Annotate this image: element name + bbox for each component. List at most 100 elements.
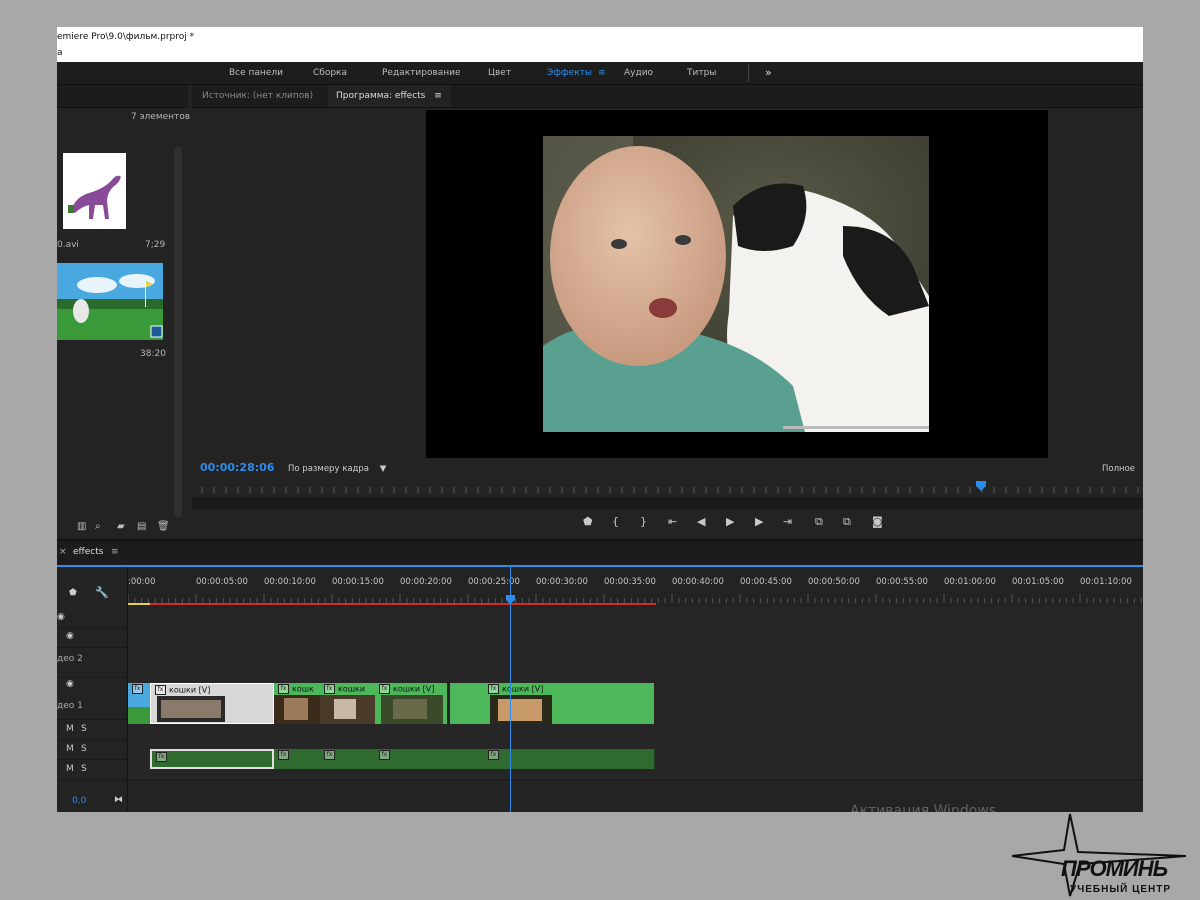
ruler-label: 00:00:45:00	[740, 577, 792, 587]
mark-in-icon[interactable]: {	[612, 515, 619, 528]
video-clip[interactable]: fx кошки [V]	[375, 683, 447, 724]
project-scrollbar[interactable]	[174, 147, 182, 517]
fit-select-value: По размеру кадра	[288, 464, 370, 474]
master-audio-icon[interactable]: ⧓	[114, 795, 123, 805]
solo-button[interactable]: S	[81, 724, 87, 734]
solo-button[interactable]: S	[81, 764, 87, 774]
add-marker-icon[interactable]: ⬟	[69, 588, 77, 598]
ruler-label: 00:00:40:00	[672, 577, 724, 587]
double-chevron-right-icon[interactable]: »	[765, 66, 772, 79]
mark-out-icon[interactable]: }	[640, 515, 647, 528]
panel-menu-icon[interactable]: ≡	[111, 547, 119, 557]
workspace-color[interactable]: Цвет	[488, 68, 511, 78]
track-header-a2: M S	[57, 739, 127, 760]
solo-button[interactable]: S	[81, 744, 87, 754]
new-bin-icon[interactable]: ▰	[117, 521, 125, 532]
mute-button[interactable]: M	[66, 744, 74, 754]
track-header-v2: део 2	[57, 647, 127, 678]
add-marker-icon[interactable]: ⬟	[583, 515, 593, 528]
mute-button[interactable]: M	[66, 764, 74, 774]
lift-icon[interactable]: ⧉	[815, 515, 823, 529]
eye-icon[interactable]: ◉	[66, 679, 74, 689]
ruler-label: 00:01:10:00	[1080, 577, 1132, 587]
ruler-label: 00:00:20:00	[400, 577, 452, 587]
project-thumbnail-dinosaur[interactable]	[63, 153, 126, 229]
monitor-panel: Источник: (нет клипов) Программа: effect…	[192, 85, 1143, 537]
track-header-a1: M S	[57, 719, 127, 740]
monitor-playhead[interactable]	[976, 481, 986, 491]
track-name-video2: део 2	[57, 654, 83, 664]
wrench-icon[interactable]: 🔧	[95, 586, 109, 599]
go-to-in-icon[interactable]: ⇤	[668, 515, 677, 528]
workspace-menu-icon[interactable]: ≡	[598, 68, 606, 78]
monitor-tabs: Источник: (нет клипов) Программа: effect…	[192, 85, 1143, 108]
golf-scene-icon	[57, 263, 163, 340]
chevron-down-icon: ▼	[379, 464, 387, 474]
mute-button[interactable]: M	[66, 724, 74, 734]
project-item-name: 0.avi	[57, 240, 79, 250]
trash-icon[interactable]: 🗑	[157, 521, 170, 532]
go-to-out-icon[interactable]: ⇥	[783, 515, 792, 528]
master-volume[interactable]: 0,0	[72, 796, 86, 806]
project-item-count: 7 элементов	[131, 112, 191, 122]
workspace-assembly[interactable]: Сборка	[313, 68, 347, 78]
workspace-titles[interactable]: Титры	[687, 68, 716, 78]
video-clip[interactable]	[558, 683, 654, 724]
play-icon[interactable]: ▶︎	[726, 515, 734, 528]
render-bar-red	[150, 603, 656, 605]
ruler-label: 00:00:55:00	[876, 577, 928, 587]
monitor-time-ruler[interactable]	[192, 481, 1143, 495]
fit-select[interactable]: По размеру кадра ▼	[288, 464, 386, 474]
menu-fragment[interactable]: a	[57, 48, 63, 58]
window-title: emiere Pro\9.0\фильм.prproj *	[57, 32, 195, 42]
program-timecode[interactable]: 00:00:28:06	[200, 461, 274, 474]
timeline-playhead-line[interactable]	[510, 567, 511, 812]
ruler-label: 00:00:15:00	[332, 577, 384, 587]
video-clip[interactable]: fx кошк	[274, 683, 320, 724]
audio-clip[interactable]: fx	[320, 749, 376, 769]
eye-icon[interactable]: ◉	[66, 631, 74, 641]
workspace-effects[interactable]: Эффекты	[547, 68, 592, 78]
video-frame	[543, 136, 929, 432]
new-item-icon[interactable]: ▤	[137, 521, 146, 532]
search-icon[interactable]: ⌕	[95, 521, 101, 532]
track-v2[interactable]	[128, 627, 1143, 678]
tab-program-label: Программа: effects	[336, 91, 426, 101]
fx-badge: fx	[278, 750, 292, 760]
ruler-label: 00:01:00:00	[944, 577, 996, 587]
fx-badge: fx	[488, 750, 502, 760]
workspace-editing[interactable]: Редактирование	[382, 68, 461, 78]
extract-icon[interactable]: ⧉	[843, 515, 851, 529]
eye-icon[interactable]: ◉	[57, 612, 65, 622]
workspace-audio[interactable]: Аудио	[624, 68, 653, 78]
resolution-select[interactable]: Полное	[1102, 464, 1135, 474]
timeline-tab-bar: × effects ≡	[57, 541, 1143, 567]
project-item-duration: 7;29	[145, 240, 166, 250]
project-thumbnail-golf[interactable]	[57, 263, 163, 340]
video-clip[interactable]: fx	[128, 683, 150, 724]
export-frame-icon[interactable]: ◙	[872, 515, 883, 528]
list-view-icon[interactable]: ▥	[77, 521, 86, 532]
close-icon[interactable]: ×	[59, 547, 67, 557]
audio-clip[interactable]: fx	[375, 749, 485, 769]
video-clip-selected[interactable]: fx кошки [V]	[150, 683, 274, 724]
tab-program[interactable]: Программа: effects ≡	[328, 85, 450, 107]
audio-clip[interactable]: fx	[274, 749, 321, 769]
video-clip[interactable]: fx кошки [V]	[484, 683, 558, 724]
program-screen[interactable]	[426, 110, 1048, 458]
audio-clip-selected[interactable]: fx	[150, 749, 274, 769]
panel-menu-icon[interactable]: ≡	[434, 91, 442, 101]
tab-sequence[interactable]: effects	[73, 547, 103, 557]
workspace-all-panels[interactable]: Все панели	[229, 68, 283, 78]
clip-label: fx кошк	[278, 684, 314, 694]
premiere-window: emiere Pro\9.0\фильм.prproj * a Все пане…	[57, 27, 1143, 812]
tab-source[interactable]: Источник: (нет клипов)	[194, 85, 321, 107]
video-clip[interactable]	[450, 683, 484, 724]
workspace-bar: Все панели Сборка Редактирование Цвет Эф…	[57, 62, 1143, 85]
logo-word: ПРОМИНЬ	[1061, 856, 1168, 881]
monitor-zoom-bar[interactable]	[192, 497, 1143, 509]
video-clip[interactable]: fx кошки	[320, 683, 375, 724]
track-v3[interactable]	[128, 607, 1143, 628]
step-forward-icon[interactable]: ▶︎	[755, 515, 763, 528]
step-back-icon[interactable]: ◀︎	[697, 515, 705, 528]
